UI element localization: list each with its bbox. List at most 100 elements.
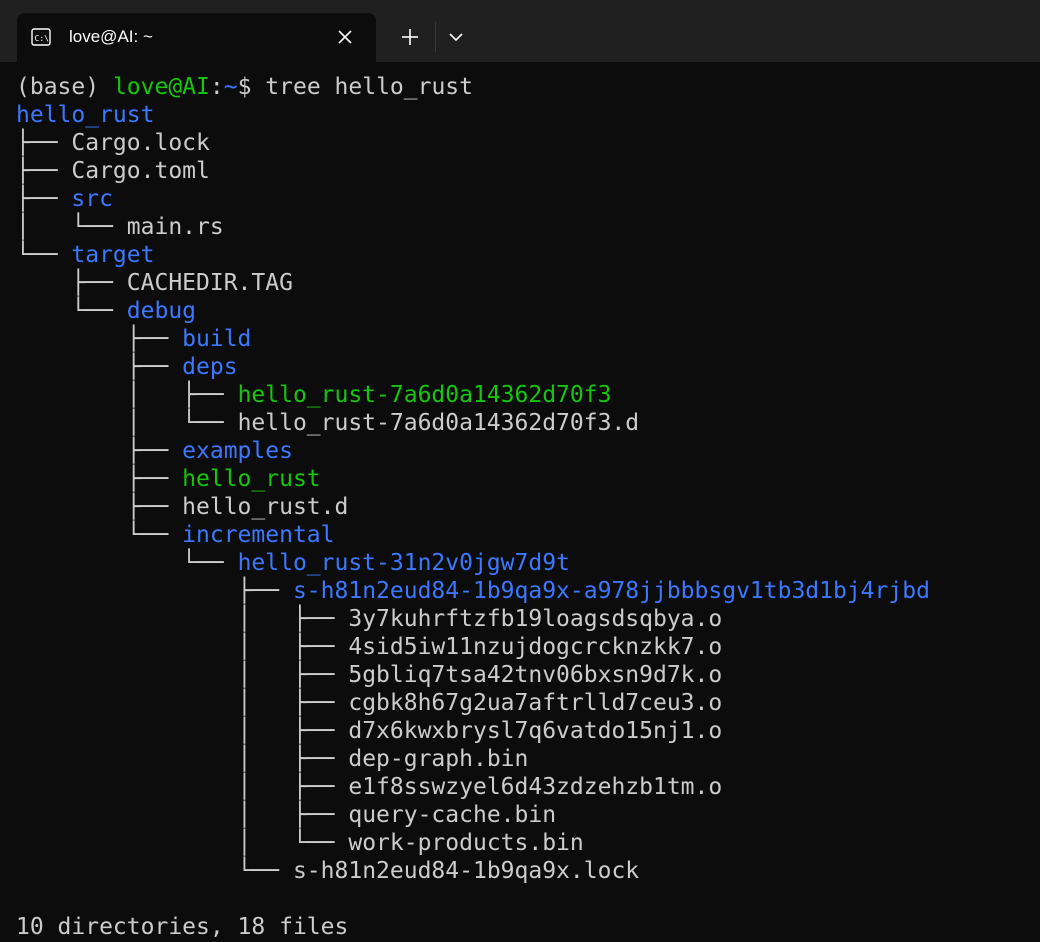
text-segment: query-cache.bin	[348, 802, 557, 828]
text-segment: ├──	[16, 326, 183, 352]
title-bar: C:\ love@AI: ~	[0, 0, 1040, 62]
text-segment: 5gbliq7tsa42tnv06bxsn9d7k.o	[348, 662, 723, 688]
text-segment: CACHEDIR.TAG	[126, 270, 293, 296]
text-segment: │ ├──	[16, 774, 349, 800]
tree-line: │ ├── e1f8sswzyel6d43zdzehzb1tm.o	[16, 773, 723, 801]
text-segment: │ ├──	[16, 382, 238, 408]
text-segment: └──	[16, 858, 293, 884]
tree-line: ├── hello_rust.d	[16, 493, 349, 521]
tree-line: ├── Cargo.toml	[16, 157, 210, 185]
tab-separator	[435, 22, 436, 52]
tree-line: ├── src	[16, 185, 113, 213]
text-segment: ├──	[16, 466, 183, 492]
text-segment: │ └──	[16, 410, 238, 436]
tree-line: │ ├── hello_rust-7a6d0a14362d70f3	[16, 381, 612, 409]
tree-line: │ ├── dep-graph.bin	[16, 745, 529, 773]
text-segment: └──	[16, 550, 238, 576]
tree-line: │ └── work-products.bin	[16, 829, 584, 857]
tree-line: │ ├── cgbk8h67g2ua7aftrlld7ceu3.o	[16, 689, 723, 717]
text-segment: debug	[126, 298, 197, 324]
text-segment: main.rs	[126, 214, 224, 240]
text-segment: incremental	[182, 522, 335, 548]
text-segment: │ ├──	[16, 634, 349, 660]
text-segment: ├──	[16, 270, 127, 296]
text-segment: e1f8sswzyel6d43zdzehzb1tm.o	[348, 774, 723, 800]
tree-line: hello_rust	[16, 101, 154, 129]
svg-text:C:\: C:\	[35, 34, 50, 43]
tree-line: │ ├── 3y7kuhrftzfb19loagsdsqbya.o	[16, 605, 723, 633]
terminal-output[interactable]: (base) love@AI:~$ tree hello_rust hello_r…	[0, 62, 1040, 942]
terminal-tab[interactable]: C:\ love@AI: ~	[17, 13, 376, 62]
text-segment: examples	[182, 438, 293, 464]
text-segment: hello_rust-31n2v0jgw7d9t	[237, 550, 570, 576]
text-segment: 10 directories, 18 files	[16, 914, 349, 940]
text-segment: ├──	[16, 158, 72, 184]
text-segment: deps	[182, 354, 238, 380]
text-segment: hello_rust	[16, 102, 155, 128]
tree-line: └── target	[16, 241, 154, 269]
text-segment: │ ├──	[16, 690, 349, 716]
tree-line: ├── s-h81n2eud84-1b9qa9x-a978jjbbbsgv1tb…	[16, 577, 930, 605]
tree-line: └── incremental	[16, 521, 335, 549]
text-segment: └──	[16, 298, 127, 324]
text-segment: │ ├──	[16, 662, 349, 688]
tab-title: love@AI: ~	[69, 27, 153, 46]
plus-icon[interactable]	[392, 22, 428, 52]
text-segment: (base)	[16, 74, 113, 100]
tree-line: │ └── hello_rust-7a6d0a14362d70f3.d	[16, 409, 639, 437]
text-segment: └──	[16, 242, 72, 268]
tree-line: │ ├── d7x6kwxbrysl7q6vatdo15nj1.o	[16, 717, 723, 745]
text-segment: src	[71, 186, 113, 212]
close-icon[interactable]	[333, 25, 357, 49]
tree-line: └── hello_rust-31n2v0jgw7d9t	[16, 549, 570, 577]
tree-line: │ ├── query-cache.bin	[16, 801, 557, 829]
text-segment: ├──	[16, 494, 183, 520]
text-segment: └──	[16, 522, 183, 548]
text-segment: s-h81n2eud84-1b9qa9x.lock	[292, 858, 640, 884]
text-segment: ├──	[16, 438, 183, 464]
tree-line: │ └── main.rs	[16, 213, 224, 241]
text-segment: │ ├──	[16, 606, 349, 632]
text-segment: hello_rust	[182, 466, 321, 492]
text-segment: hello_rust-7a6d0a14362d70f3.d	[237, 410, 640, 436]
text-segment: dep-graph.bin	[348, 746, 529, 772]
text-segment: love@AI	[112, 74, 210, 100]
text-segment: 4sid5iw11nzujdogcrcknzkk7.o	[348, 634, 723, 660]
tree-line: └── s-h81n2eud84-1b9qa9x.lock	[16, 857, 640, 885]
text-segment: cgbk8h67g2ua7aftrlld7ceu3.o	[348, 690, 723, 716]
terminal-icon: C:\	[31, 28, 51, 46]
prompt-line: (base) love@AI:~$ tree hello_rust	[16, 73, 473, 101]
summary-line: 10 directories, 18 files	[16, 913, 348, 941]
tree-line: │ ├── 5gbliq7tsa42tnv06bxsn9d7k.o	[16, 661, 723, 689]
text-segment: │ └──	[16, 830, 349, 856]
text-segment: │ ├──	[16, 718, 349, 744]
text-segment: s-h81n2eud84-1b9qa9x-a978jjbbbsgv1tb3d1b…	[292, 578, 930, 604]
tree-line: ├── CACHEDIR.TAG	[16, 269, 293, 297]
text-segment: ~	[223, 74, 238, 100]
tree-line: ├── deps	[16, 353, 238, 381]
text-segment: │ └──	[16, 214, 127, 240]
text-segment: target	[71, 242, 155, 268]
tree-line: ├── build	[16, 325, 252, 353]
text-segment: ├──	[16, 130, 72, 156]
text-segment: work-products.bin	[348, 830, 584, 856]
text-segment: 3y7kuhrftzfb19loagsdsqbya.o	[348, 606, 723, 632]
tree-line: ├── Cargo.lock	[16, 129, 210, 157]
tree-line: ├── hello_rust	[16, 465, 321, 493]
text-segment: $ tree hello_rust	[237, 74, 473, 100]
terminal-window: C:\ love@AI: ~ (base) love@AI:~$ tree he…	[0, 0, 1040, 942]
text-segment: Cargo.toml	[71, 158, 210, 184]
text-segment: Cargo.lock	[71, 130, 210, 156]
text-segment: ├──	[16, 186, 72, 212]
tree-line: │ ├── 4sid5iw11nzujdogcrcknzkk7.o	[16, 633, 723, 661]
tree-line: ├── examples	[16, 437, 293, 465]
text-segment: │ ├──	[16, 802, 349, 828]
text-segment: :	[209, 74, 224, 100]
text-segment: hello_rust-7a6d0a14362d70f3	[237, 382, 612, 408]
text-segment: hello_rust.d	[182, 494, 349, 520]
chevron-down-icon[interactable]	[440, 22, 472, 52]
text-segment: ├──	[16, 354, 183, 380]
text-segment: build	[182, 326, 252, 352]
text-segment: │ ├──	[16, 746, 349, 772]
text-segment: d7x6kwxbrysl7q6vatdo15nj1.o	[348, 718, 723, 744]
